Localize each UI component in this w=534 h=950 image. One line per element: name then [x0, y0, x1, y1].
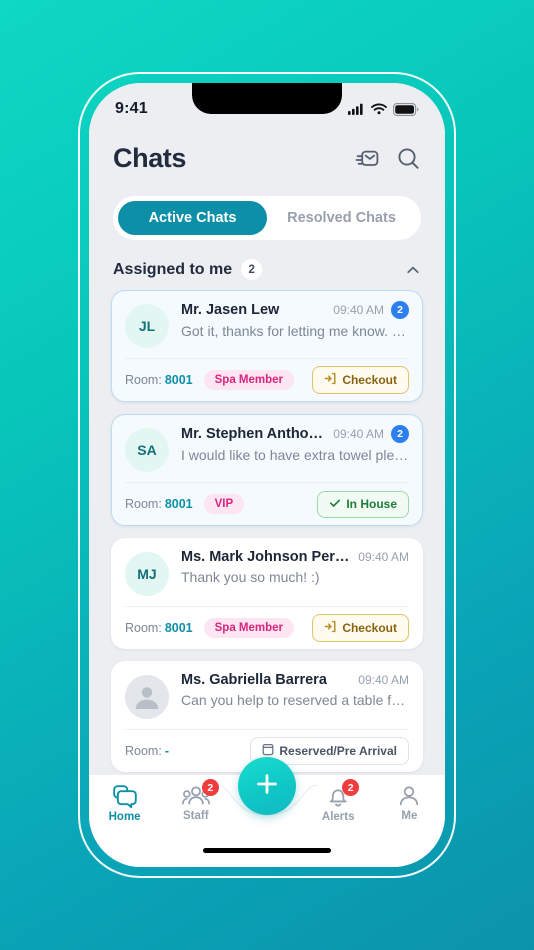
section-assigned-to-me[interactable]: Assigned to me 2 — [89, 240, 445, 290]
guest-tag: Spa Member — [203, 618, 295, 638]
chat-contact-name: Mr. Stephen Anthony — [181, 426, 326, 442]
chat-card-header-row: Ms. Mark Johnson Perera... 09:40 AM — [181, 549, 409, 565]
chat-list[interactable]: JL Mr. Jasen Lew 09:40 AM 2 Got it, thanks f… — [89, 290, 445, 776]
app-header: Chats — [89, 129, 445, 180]
chat-card-header-row: Ms. Gabriella Barrera 09:40 AM — [181, 672, 409, 688]
chat-card[interactable]: SA Mr. Stephen Anthony 09:40 AM 2 I would li… — [111, 414, 423, 526]
nav-label-home: Home — [108, 811, 141, 823]
chat-bubbles-icon — [112, 785, 137, 809]
nav-badge-staff: 2 — [201, 779, 219, 796]
chat-card-meta: Room: 8001 Spa Member Checkout — [125, 359, 409, 401]
chat-card-body: Mr. Jasen Lew 09:40 AM 2 Got it, thanks for… — [169, 301, 409, 339]
chat-contact-name: Mr. Jasen Lew — [181, 302, 280, 318]
chat-card[interactable]: Ms. Gabriella Barrera 09:40 AM Can you hel… — [111, 661, 423, 772]
chat-message-preview: Got it, thanks for letting me know. Wil.… — [181, 323, 409, 339]
chat-card-body: Ms. Gabriella Barrera 09:40 AM Can you hel… — [169, 672, 409, 708]
home-indicator — [203, 848, 331, 853]
tabs-container: Active Chats Resolved Chats — [89, 180, 445, 240]
nav-label-alerts: Alerts — [321, 811, 355, 823]
tab-resolved-chats[interactable]: Resolved Chats — [267, 201, 416, 235]
section-title: Assigned to me — [113, 260, 233, 278]
nav-label-me: Me — [401, 810, 418, 822]
nav-label-staff: Staff — [183, 810, 209, 822]
checkout-exit-icon — [324, 372, 337, 388]
nav-item-alerts[interactable]: 2 Alerts — [303, 779, 374, 823]
room-number: - — [164, 744, 169, 758]
chat-card-top: Ms. Gabriella Barrera 09:40 AM Can you hel… — [125, 672, 409, 719]
header-actions — [355, 146, 421, 171]
message-inbox-icon[interactable] — [355, 146, 380, 171]
search-icon[interactable] — [396, 146, 421, 171]
checkout-exit-icon — [324, 620, 337, 636]
avatar-placeholder — [125, 675, 169, 719]
chat-card-top: JL Mr. Jasen Lew 09:40 AM 2 Got it, thanks f… — [125, 301, 409, 348]
room-number: 8001 — [164, 373, 193, 387]
chat-contact-name: Ms. Mark Johnson Perera... — [181, 549, 351, 565]
nav-item-staff[interactable]: 2 Staff — [160, 779, 231, 822]
unread-count-badge: 2 — [391, 301, 409, 319]
status-badge[interactable]: Checkout — [312, 614, 409, 642]
status-time: 9:41 — [115, 100, 148, 117]
battery-icon — [393, 102, 419, 116]
chat-card-meta: Room: 8001 VIP In House — [125, 483, 409, 525]
status-badge-label: Checkout — [342, 621, 397, 635]
chat-timestamp: 09:40 AM — [358, 673, 409, 687]
chat-contact-name: Ms. Gabriella Barrera — [181, 672, 327, 688]
tab-active-chats[interactable]: Active Chats — [118, 201, 267, 235]
chat-timestamp: 09:40 AM — [333, 303, 384, 317]
phone-notch — [192, 83, 342, 114]
chat-message-preview: Thank you so much! :) — [181, 569, 320, 585]
nav-badge-alerts: 2 — [342, 779, 360, 796]
chat-message-preview: I would like to have extra towel please.… — [181, 447, 409, 463]
avatar: MJ — [125, 552, 169, 596]
status-badge[interactable]: In House — [317, 490, 409, 518]
status-icons — [348, 102, 419, 116]
new-chat-fab-button[interactable] — [238, 757, 296, 815]
status-bar: 9:41 — [89, 83, 445, 129]
chat-card[interactable]: JL Mr. Jasen Lew 09:40 AM 2 Got it, thanks f… — [111, 290, 423, 402]
avatar: SA — [125, 428, 169, 472]
room-number: 8001 — [164, 621, 193, 635]
bell-icon: 2 — [326, 779, 360, 808]
chat-card-body: Ms. Mark Johnson Perera... 09:40 AM Thank … — [169, 549, 409, 585]
chat-card-top: SA Mr. Stephen Anthony 09:40 AM 2 I would li… — [125, 425, 409, 472]
people-group-icon: 2 — [181, 779, 219, 807]
cellular-signal-icon — [348, 103, 365, 115]
person-icon — [397, 785, 421, 807]
tab-bar: Active Chats Resolved Chats — [113, 196, 421, 240]
status-badge-label: Checkout — [342, 373, 397, 387]
phone-screen: 9:41 Chats Active Chats Resolved Chats A… — [89, 83, 445, 867]
room-number: 8001 — [164, 497, 193, 511]
chat-message-preview: Can you help to reserved a table for t..… — [181, 692, 409, 708]
chat-card-meta: Room: 8001 Spa Member Checkout — [125, 607, 409, 649]
avatar: JL — [125, 304, 169, 348]
chat-card-header-row: Mr. Stephen Anthony 09:40 AM 2 — [181, 425, 409, 443]
nav-item-me[interactable]: Me — [374, 785, 445, 822]
room-label: Room: — [125, 744, 162, 758]
room-label: Room: — [125, 497, 162, 511]
chevron-up-icon[interactable] — [405, 262, 421, 278]
plus-icon — [254, 771, 280, 802]
page-title: Chats — [113, 143, 187, 173]
guest-tag: Spa Member — [203, 370, 295, 390]
chat-timestamp: 09:40 AM — [333, 427, 384, 441]
chat-timestamp: 09:40 AM — [358, 550, 409, 564]
status-badge-label: In House — [346, 497, 397, 511]
unread-count-badge: 2 — [391, 425, 409, 443]
wifi-icon — [371, 103, 387, 115]
status-badge[interactable]: Checkout — [312, 366, 409, 394]
chat-card-body: Mr. Stephen Anthony 09:40 AM 2 I would like… — [169, 425, 409, 463]
check-icon — [329, 497, 341, 512]
nav-item-home[interactable]: Home — [89, 785, 160, 823]
section-count-badge: 2 — [241, 259, 263, 280]
room-label: Room: — [125, 621, 162, 635]
chat-card-top: MJ Ms. Mark Johnson Perera... 09:40 AM Than… — [125, 549, 409, 596]
guest-tag: VIP — [203, 494, 245, 514]
room-label: Room: — [125, 373, 162, 387]
chat-card-header-row: Mr. Jasen Lew 09:40 AM 2 — [181, 301, 409, 319]
status-badge-label: Reserved/Pre Arrival — [279, 744, 397, 758]
chat-card[interactable]: MJ Ms. Mark Johnson Perera... 09:40 AM Than… — [111, 538, 423, 649]
